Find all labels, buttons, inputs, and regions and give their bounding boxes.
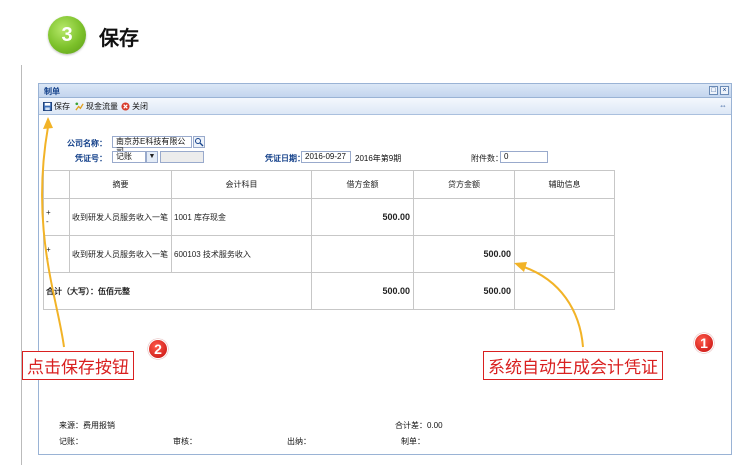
annotation-badge-2: 2 (148, 339, 168, 359)
annotation-arrows (41, 117, 584, 348)
arrow-to-entry (523, 266, 584, 348)
annotation-badge-1: 1 (694, 333, 714, 353)
arrow-head-save (43, 117, 53, 129)
annotation-auto-hint: 系统自动生成会计凭证 (483, 351, 663, 380)
arrow-to-save (41, 126, 65, 348)
annotation-save-hint: 点击保存按钮 (22, 351, 134, 380)
arrow-head-entry (514, 262, 527, 272)
